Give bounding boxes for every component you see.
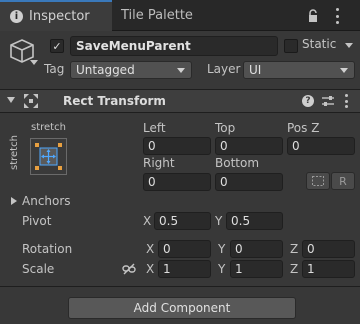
presets-sliders-icon[interactable] (321, 94, 335, 108)
help-icon[interactable]: ? (302, 95, 314, 107)
blueprint-mode-button[interactable] (306, 172, 330, 190)
tag-value: Untagged (76, 63, 135, 77)
tab-inspector-label: Inspector (29, 9, 90, 24)
left-field[interactable]: 0 (143, 137, 211, 155)
info-icon: i (10, 10, 23, 23)
rect-transform-icon (24, 94, 38, 108)
bottom-field[interactable]: 0 (215, 173, 283, 191)
preset-vertical-label: stretch (9, 135, 20, 170)
right-field[interactable]: 0 (143, 173, 211, 191)
scale-y-field[interactable]: 1 (230, 260, 283, 278)
tab-tile-palette[interactable]: Tile Palette (121, 0, 193, 31)
left-label: Left (143, 121, 166, 135)
rotation-y-label: Y (218, 242, 226, 256)
static-label: Static (302, 37, 337, 51)
anchors-label[interactable]: Anchors (22, 194, 71, 208)
scale-z-label: Z (290, 262, 299, 276)
divider (0, 286, 360, 287)
pivot-x-label: X (143, 214, 152, 228)
lock-icon[interactable] (306, 9, 320, 23)
rotation-x-field[interactable]: 0 (158, 240, 211, 258)
rotation-label: Rotation (22, 242, 73, 256)
tag-dropdown[interactable]: Untagged (70, 61, 192, 79)
static-checkbox[interactable] (284, 39, 298, 53)
static-dropdown-arrow-icon[interactable] (345, 43, 353, 48)
anchor-presets-button[interactable] (30, 138, 67, 175)
pivot-label: Pivot (22, 214, 52, 228)
rotation-z-label: Z (290, 242, 299, 256)
foldout-arrow-icon[interactable] (7, 97, 15, 103)
right-label: Right (143, 156, 175, 170)
gameobject-name-field[interactable]: SaveMenuParent (70, 36, 278, 56)
scale-label: Scale (22, 262, 55, 276)
more-options-icon[interactable] (330, 8, 344, 24)
tab-tile-palette-label: Tile Palette (121, 8, 193, 23)
active-toggle[interactable]: ✓ (50, 39, 64, 53)
checkmark-icon: ✓ (52, 39, 62, 53)
raw-edit-button[interactable]: R (331, 172, 355, 190)
tab-inspector[interactable]: i Inspector (0, 0, 112, 31)
scale-x-label: X (146, 262, 155, 276)
rotation-y-field[interactable]: 0 (230, 240, 283, 258)
constrain-proportions-link-icon[interactable] (122, 263, 136, 275)
add-component-button[interactable]: Add Component (68, 297, 296, 319)
posz-label: Pos Z (287, 121, 320, 135)
posz-field[interactable]: 0 (287, 137, 355, 155)
rotation-z-field[interactable]: 0 (302, 240, 355, 258)
pivot-y-label: Y (215, 214, 223, 228)
layer-value: UI (249, 63, 262, 77)
component-title: Rect Transform (63, 94, 166, 108)
top-label: Top (215, 121, 236, 135)
chevron-down-icon (177, 68, 185, 73)
component-menu-icon[interactable] (343, 94, 349, 108)
bottom-label: Bottom (215, 156, 260, 170)
layer-label: Layer (207, 62, 241, 76)
preset-horizontal-label: stretch (31, 122, 66, 133)
rotation-x-label: X (146, 242, 155, 256)
scale-y-label: Y (218, 262, 226, 276)
scale-x-field[interactable]: 1 (158, 260, 211, 278)
divider (0, 112, 360, 113)
anchors-foldout-icon[interactable] (11, 197, 17, 205)
top-field[interactable]: 0 (215, 137, 283, 155)
pivot-x-field[interactable]: 0.5 (154, 212, 211, 230)
layer-dropdown[interactable]: UI (243, 61, 355, 79)
tag-label: Tag (44, 62, 65, 76)
icon-dropdown-arrow-icon[interactable] (30, 60, 38, 65)
anchor-stretch-icon (35, 143, 62, 170)
chevron-down-icon (340, 68, 348, 73)
scale-z-field[interactable]: 1 (302, 260, 355, 278)
pivot-y-field[interactable]: 0.5 (226, 212, 283, 230)
dashed-rect-icon (312, 176, 324, 186)
